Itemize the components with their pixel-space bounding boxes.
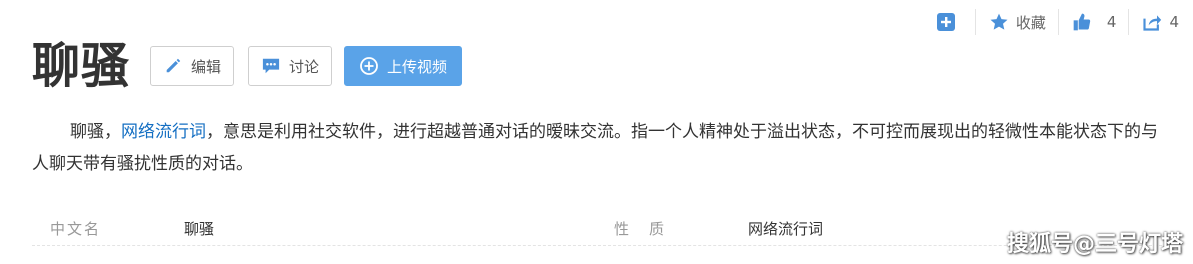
title-row: 聊骚 编辑 讨论 上传视频 [32,36,463,96]
chat-bubble-icon [261,56,281,76]
discuss-button[interactable]: 讨论 [248,46,333,86]
basic-info-row: 中文名 聊骚 性质 网络流行词 [32,210,1162,246]
summary-text: 聊骚， [70,122,121,142]
internet-slang-link[interactable]: 网络流行词 [121,122,206,142]
upload-video-button[interactable]: 上传视频 [344,46,463,86]
thumbs-up-icon [1071,11,1093,33]
info-label-chinese-name: 中文名 [50,220,102,238]
info-value-nature: 网络流行词 [748,220,824,238]
share-icon [1141,11,1163,33]
collect-label: 收藏 [1015,13,1046,32]
page-title: 聊骚 [32,38,131,94]
star-icon [988,11,1010,33]
add-button[interactable] [935,9,975,35]
like-count: 4 [1106,13,1117,31]
pencil-icon [163,56,183,76]
share-button[interactable]: 4 [1129,9,1179,35]
like-button[interactable]: 4 [1059,9,1129,35]
top-toolbar: 收藏 4 4 [935,6,1179,38]
summary-paragraph: 聊骚，网络流行词，意思是利用社交软件，进行超越普通对话的暧昧交流。指一个人精神处… [32,116,1162,180]
plus-square-icon [935,11,957,33]
upload-video-label: 上传视频 [387,57,448,76]
plus-circle-icon [359,56,379,76]
share-count: 4 [1169,13,1179,31]
edit-button[interactable]: 编辑 [150,46,235,86]
info-value-chinese-name: 聊骚 [184,220,215,238]
collect-button[interactable]: 收藏 [976,9,1058,35]
discuss-label: 讨论 [289,57,320,76]
info-label-nature: 性质 [614,220,685,238]
watermark: 搜狐号@三号灯塔 [1006,232,1183,257]
edit-label: 编辑 [191,57,222,76]
